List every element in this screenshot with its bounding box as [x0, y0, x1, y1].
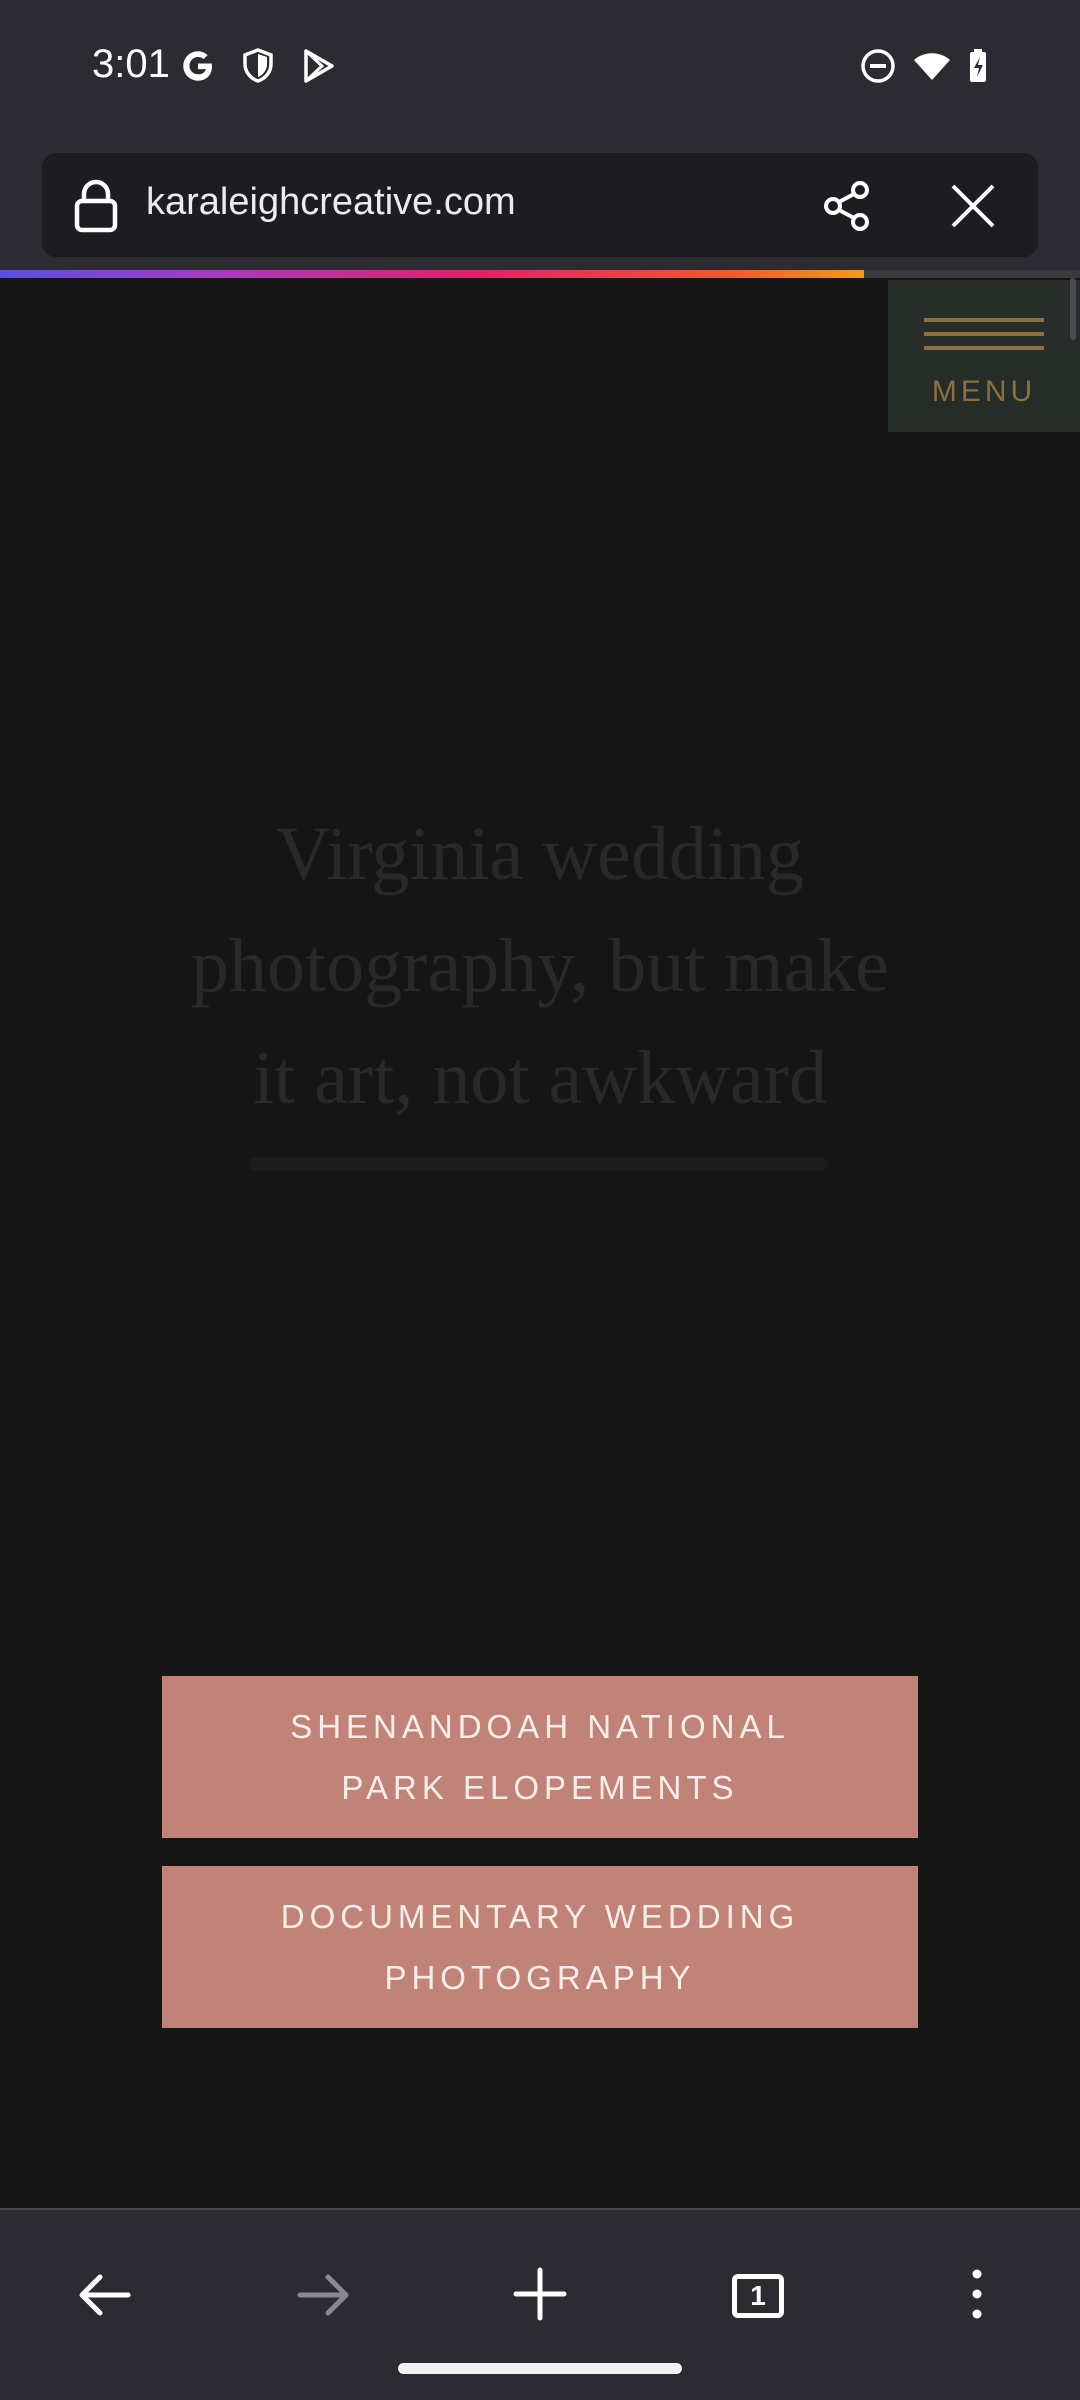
new-tab-icon[interactable] [495, 2250, 585, 2340]
menu-button[interactable]: MENU [888, 280, 1080, 432]
hero-decorative-line [248, 1158, 828, 1170]
page-load-progress-fill [0, 270, 864, 278]
hero-title: Virginia wedding photography, but make i… [100, 798, 980, 1134]
shenandoah-elopements-button[interactable]: SHENANDOAH NATIONAL PARK ELOPEMENTS [162, 1676, 918, 1838]
shield-icon [243, 48, 273, 83]
button-label: DOCUMENTARY WEDDING [280, 1898, 800, 1935]
google-icon [183, 51, 212, 81]
hamburger-icon-line-2 [924, 332, 1044, 336]
web-page: MENU Virginia wedding photography, but m… [0, 278, 1080, 2208]
documentary-wedding-button[interactable]: DOCUMENTARY WEDDING PHOTOGRAPHY [162, 1866, 918, 2028]
play-store-icon [304, 49, 334, 83]
menu-label: MENU [931, 375, 1037, 408]
tabs-button[interactable]: 1 [712, 2250, 802, 2340]
close-icon[interactable] [948, 181, 998, 231]
more-icon[interactable] [932, 2250, 1022, 2340]
battery-charging-icon [970, 49, 986, 82]
back-icon[interactable] [60, 2250, 150, 2340]
page-load-progress [0, 270, 1080, 278]
do-not-disturb-icon [861, 49, 895, 83]
url-text[interactable]: karaleighcreative.com [146, 181, 516, 224]
status-bar: 3:01 [0, 0, 1080, 135]
url-bar[interactable]: karaleighcreative.com [42, 153, 1038, 257]
button-label: PARK ELOPEMENTS [341, 1769, 739, 1806]
tab-count: 1 [750, 2280, 766, 2311]
lock-icon[interactable] [72, 179, 120, 233]
button-label: PHOTOGRAPHY [384, 1959, 696, 1996]
share-icon[interactable] [820, 179, 874, 233]
hero-title-line: Virginia wedding [275, 812, 805, 896]
hero-title-line: photography, but make [191, 924, 889, 1008]
button-label: SHENANDOAH NATIONAL [290, 1708, 790, 1745]
browser-toolbar: karaleighcreative.com [0, 135, 1080, 270]
scrollbar[interactable] [1070, 278, 1076, 340]
forward-icon[interactable] [278, 2250, 368, 2340]
hamburger-icon-line-3 [924, 346, 1044, 350]
hamburger-icon [924, 318, 1044, 322]
hero-title-line: it art, not awkward [252, 1036, 828, 1120]
status-time: 3:01 [92, 42, 170, 86]
wifi-icon [914, 53, 950, 80]
home-indicator[interactable] [398, 2363, 682, 2374]
